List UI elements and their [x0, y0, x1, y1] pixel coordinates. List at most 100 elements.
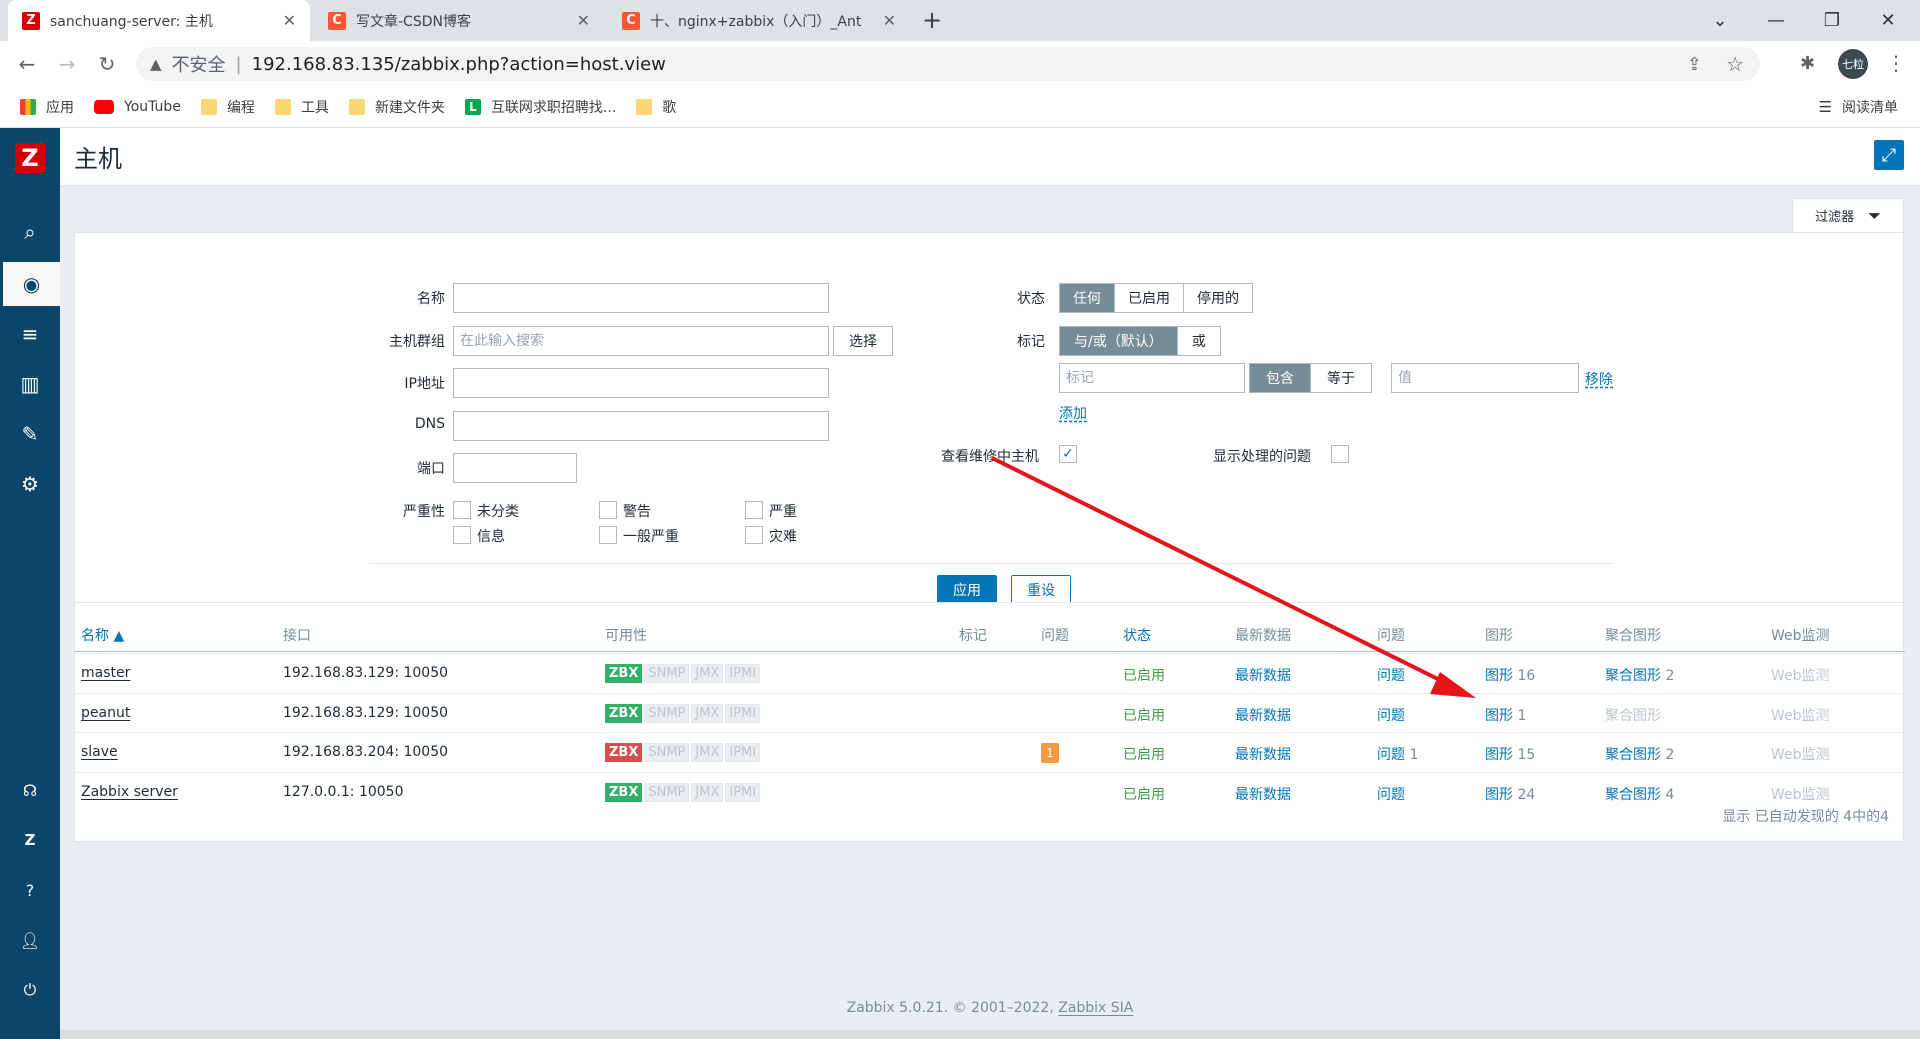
severity-not-classified-checkbox[interactable]: [453, 501, 471, 519]
host-name-link[interactable]: master: [81, 665, 130, 681]
severity-average-checkbox[interactable]: [599, 526, 617, 544]
browser-tab-zabbix[interactable]: Z sanchuang-server: 主机 ✕: [8, 0, 310, 41]
col-status-header[interactable]: 状态: [1123, 625, 1151, 645]
tag-or-option[interactable]: 或: [1177, 327, 1220, 355]
reload-icon[interactable]: ↻: [92, 49, 122, 79]
bookmark-liepin[interactable]: L 互联网求职招聘找...: [464, 97, 616, 117]
share-icon[interactable]: ⇪: [1687, 54, 1702, 75]
reports-chart-icon[interactable]: ▥: [0, 362, 60, 406]
bookmark-youtube[interactable]: YouTube: [94, 99, 181, 115]
close-window-icon[interactable]: ✕: [1860, 0, 1916, 41]
severity-disaster-checkbox[interactable]: [745, 526, 763, 544]
url-field[interactable]: ▲ 不安全 | 192.168.83.135/zabbix.php?action…: [136, 47, 1760, 81]
zabbix-logo[interactable]: Z: [0, 128, 60, 188]
severity-warning-checkbox[interactable]: [599, 501, 617, 519]
bookmark-folder-programming[interactable]: 编程: [200, 97, 255, 117]
close-tab-icon[interactable]: ✕: [283, 11, 296, 30]
tag-and-or-option[interactable]: 与/或（默认）: [1060, 327, 1178, 355]
filter-tab[interactable]: 过滤器 ⏷: [1792, 198, 1904, 232]
graphs-link[interactable]: 图形 15: [1485, 744, 1535, 764]
latest-data-link[interactable]: 最新数据: [1235, 705, 1291, 725]
screens-link[interactable]: 聚合图形 2: [1605, 665, 1674, 685]
new-tab-icon[interactable]: +: [922, 6, 942, 34]
close-tab-icon[interactable]: ✕: [883, 11, 896, 30]
browser-tab-csdn[interactable]: C 写文章-CSDN博客 ✕: [314, 0, 604, 41]
hostgroup-select-button[interactable]: 选择: [833, 326, 893, 356]
maintenance-checkbox[interactable]: ✓: [1059, 445, 1077, 463]
latest-data-link[interactable]: 最新数据: [1235, 784, 1291, 804]
configuration-wrench-icon[interactable]: ✎: [0, 412, 60, 456]
menu-kebab-icon[interactable]: ⋮: [1886, 51, 1906, 75]
horizontal-scrollbar[interactable]: [60, 1030, 1920, 1039]
close-tab-icon[interactable]: ✕: [577, 11, 590, 30]
screens-link-count: 2: [1665, 747, 1675, 763]
zabbix-share-icon[interactable]: Z: [0, 818, 60, 862]
problems-link[interactable]: 问题: [1377, 665, 1405, 685]
bookmark-folder-songs[interactable]: 歌: [636, 97, 676, 117]
support-headset-icon[interactable]: ☊: [0, 768, 60, 812]
host-status-enabled[interactable]: 已启用: [1123, 744, 1165, 764]
tag-add-link[interactable]: 添加: [1059, 403, 1087, 423]
restore-icon[interactable]: ❐: [1804, 0, 1860, 41]
latest-data-link[interactable]: 最新数据: [1235, 665, 1291, 685]
forward-icon[interactable]: →: [52, 49, 82, 79]
tag-contains-option[interactable]: 包含: [1250, 364, 1311, 392]
graphs-link[interactable]: 图形 1: [1485, 705, 1526, 725]
zabbix-sia-link[interactable]: Zabbix SIA: [1058, 1000, 1133, 1016]
tag-name-input[interactable]: [1059, 363, 1245, 393]
back-icon[interactable]: ←: [12, 49, 42, 79]
host-status-enabled[interactable]: 已启用: [1123, 784, 1165, 804]
name-input[interactable]: [453, 283, 829, 313]
tag-value-input[interactable]: [1391, 363, 1579, 393]
monitoring-eye-icon[interactable]: ◉: [0, 262, 60, 306]
tag-equals-option[interactable]: 等于: [1311, 364, 1371, 392]
problem-count-badge[interactable]: 1: [1041, 743, 1059, 763]
problems-link[interactable]: 问题 1: [1377, 744, 1418, 764]
browser-tab-nginx[interactable]: C 十、nginx+zabbix（入门）_Ant ✕: [608, 0, 910, 41]
screens-link[interactable]: 聚合图形 2: [1605, 744, 1674, 764]
tag-remove-link[interactable]: 移除: [1585, 369, 1613, 389]
search-icon[interactable]: ⌕: [0, 210, 60, 254]
host-name-link[interactable]: peanut: [81, 705, 130, 721]
problems-link[interactable]: 问题: [1377, 705, 1405, 725]
extensions-icon[interactable]: ✱: [1800, 53, 1815, 74]
host-name-link[interactable]: Zabbix server: [81, 784, 178, 800]
kiosk-mode-icon[interactable]: ⤢: [1874, 140, 1904, 170]
reading-list[interactable]: ☰ 阅读清单: [1819, 97, 1898, 117]
screens-link[interactable]: 聚合图形 4: [1605, 784, 1674, 804]
hostgroup-input[interactable]: [453, 326, 829, 356]
user-profile-icon[interactable]: 👤︎: [0, 918, 60, 962]
bookmark-folder-new[interactable]: 新建文件夹: [348, 97, 445, 117]
col-name-header[interactable]: 名称 ▲: [81, 625, 124, 645]
status-any-option[interactable]: 任何: [1060, 284, 1115, 312]
bookmark-star-icon[interactable]: ☆: [1726, 52, 1744, 76]
status-disabled-option[interactable]: 停用的: [1184, 284, 1252, 312]
inventory-list-icon[interactable]: ≡: [0, 312, 60, 356]
jmx-badge: JMX: [691, 704, 724, 723]
graphs-link[interactable]: 图形 16: [1485, 665, 1535, 685]
host-name-link[interactable]: slave: [81, 744, 118, 760]
severity-high-checkbox[interactable]: [745, 501, 763, 519]
host-status-enabled[interactable]: 已启用: [1123, 665, 1165, 685]
suppressed-checkbox[interactable]: [1331, 445, 1349, 463]
signout-power-icon[interactable]: ⏻: [0, 968, 60, 1012]
help-icon[interactable]: ?: [0, 868, 60, 912]
problems-link[interactable]: 问题: [1377, 784, 1405, 804]
latest-data-link[interactable]: 最新数据: [1235, 744, 1291, 764]
severity-option-label: 信息: [477, 529, 505, 545]
graphs-link[interactable]: 图形 24: [1485, 784, 1535, 804]
bookmark-folder-tools[interactable]: 工具: [274, 97, 329, 117]
bookmark-apps[interactable]: 应用: [20, 97, 74, 117]
ip-input[interactable]: [453, 368, 829, 398]
host-status-enabled[interactable]: 已启用: [1123, 705, 1165, 725]
tab-search-icon[interactable]: ⌄: [1692, 0, 1748, 41]
dns-input[interactable]: [453, 411, 829, 441]
status-enabled-option[interactable]: 已启用: [1115, 284, 1184, 312]
profile-avatar[interactable]: 七粒: [1838, 49, 1868, 79]
severity-information-checkbox[interactable]: [453, 526, 471, 544]
apply-button[interactable]: 应用: [937, 575, 997, 605]
reset-button[interactable]: 重设: [1011, 575, 1071, 605]
minimize-icon[interactable]: —: [1748, 0, 1804, 41]
administration-gear-icon[interactable]: ⚙: [0, 462, 60, 506]
port-input[interactable]: [453, 453, 577, 483]
